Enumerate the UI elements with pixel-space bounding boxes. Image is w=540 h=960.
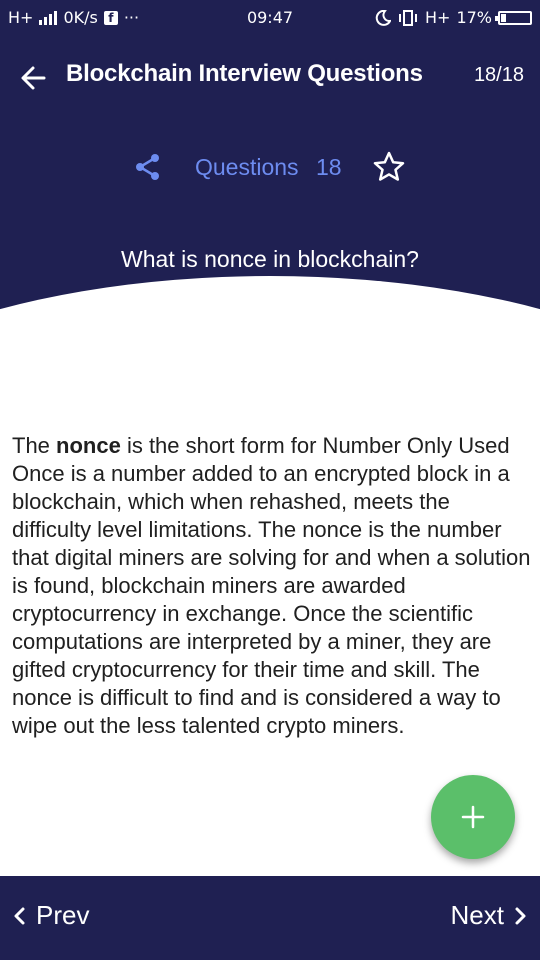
facebook-icon: f — [103, 10, 118, 25]
header: Blockchain Interview Questions 18/18 Que… — [0, 36, 540, 420]
question-text: What is nonce in blockchain? — [121, 246, 419, 272]
bottom-nav: Prev Next — [0, 876, 540, 960]
questions-label: Questions — [195, 154, 299, 180]
clock: 09:47 — [246, 8, 294, 27]
add-button[interactable] — [431, 775, 515, 859]
next-button[interactable]: Next — [451, 900, 528, 931]
network-type: H+ — [8, 8, 34, 27]
chevron-left-icon — [14, 907, 25, 924]
status-bar: H+ 0K/s f ··· 09:47 H+ 17% — [0, 0, 540, 36]
share-icon[interactable] — [133, 152, 163, 182]
chevron-right-icon — [515, 907, 526, 924]
answer-body: is the short form for Number Only Used O… — [12, 433, 531, 738]
answer-prefix: The — [12, 433, 57, 458]
back-arrow-icon[interactable] — [16, 60, 52, 96]
battery-icon — [495, 10, 532, 25]
more-notifications-icon: ··· — [123, 8, 140, 27]
network-type-2: H+ — [425, 8, 451, 27]
questions-count: 18 — [316, 154, 342, 180]
answer-bold-term: nonce — [56, 433, 121, 458]
battery-percent: 17% — [456, 8, 492, 27]
answer-text: The nonce is the short form for Number O… — [12, 432, 532, 740]
vibrate-icon — [399, 9, 417, 26]
questions-row: Questions 18 — [0, 150, 540, 186]
question-counter: 18/18 — [473, 64, 524, 86]
next-label: Next — [450, 900, 504, 930]
data-speed: 0K/s — [63, 8, 98, 27]
plus-icon — [461, 805, 485, 829]
signal-icon — [39, 10, 58, 25]
page-title: Blockchain Interview Questions — [66, 60, 423, 87]
prev-button[interactable]: Prev — [12, 900, 89, 931]
moon-icon — [375, 9, 391, 26]
header-curve — [0, 276, 540, 420]
star-outline-icon[interactable] — [372, 150, 406, 184]
prev-label: Prev — [36, 900, 90, 930]
